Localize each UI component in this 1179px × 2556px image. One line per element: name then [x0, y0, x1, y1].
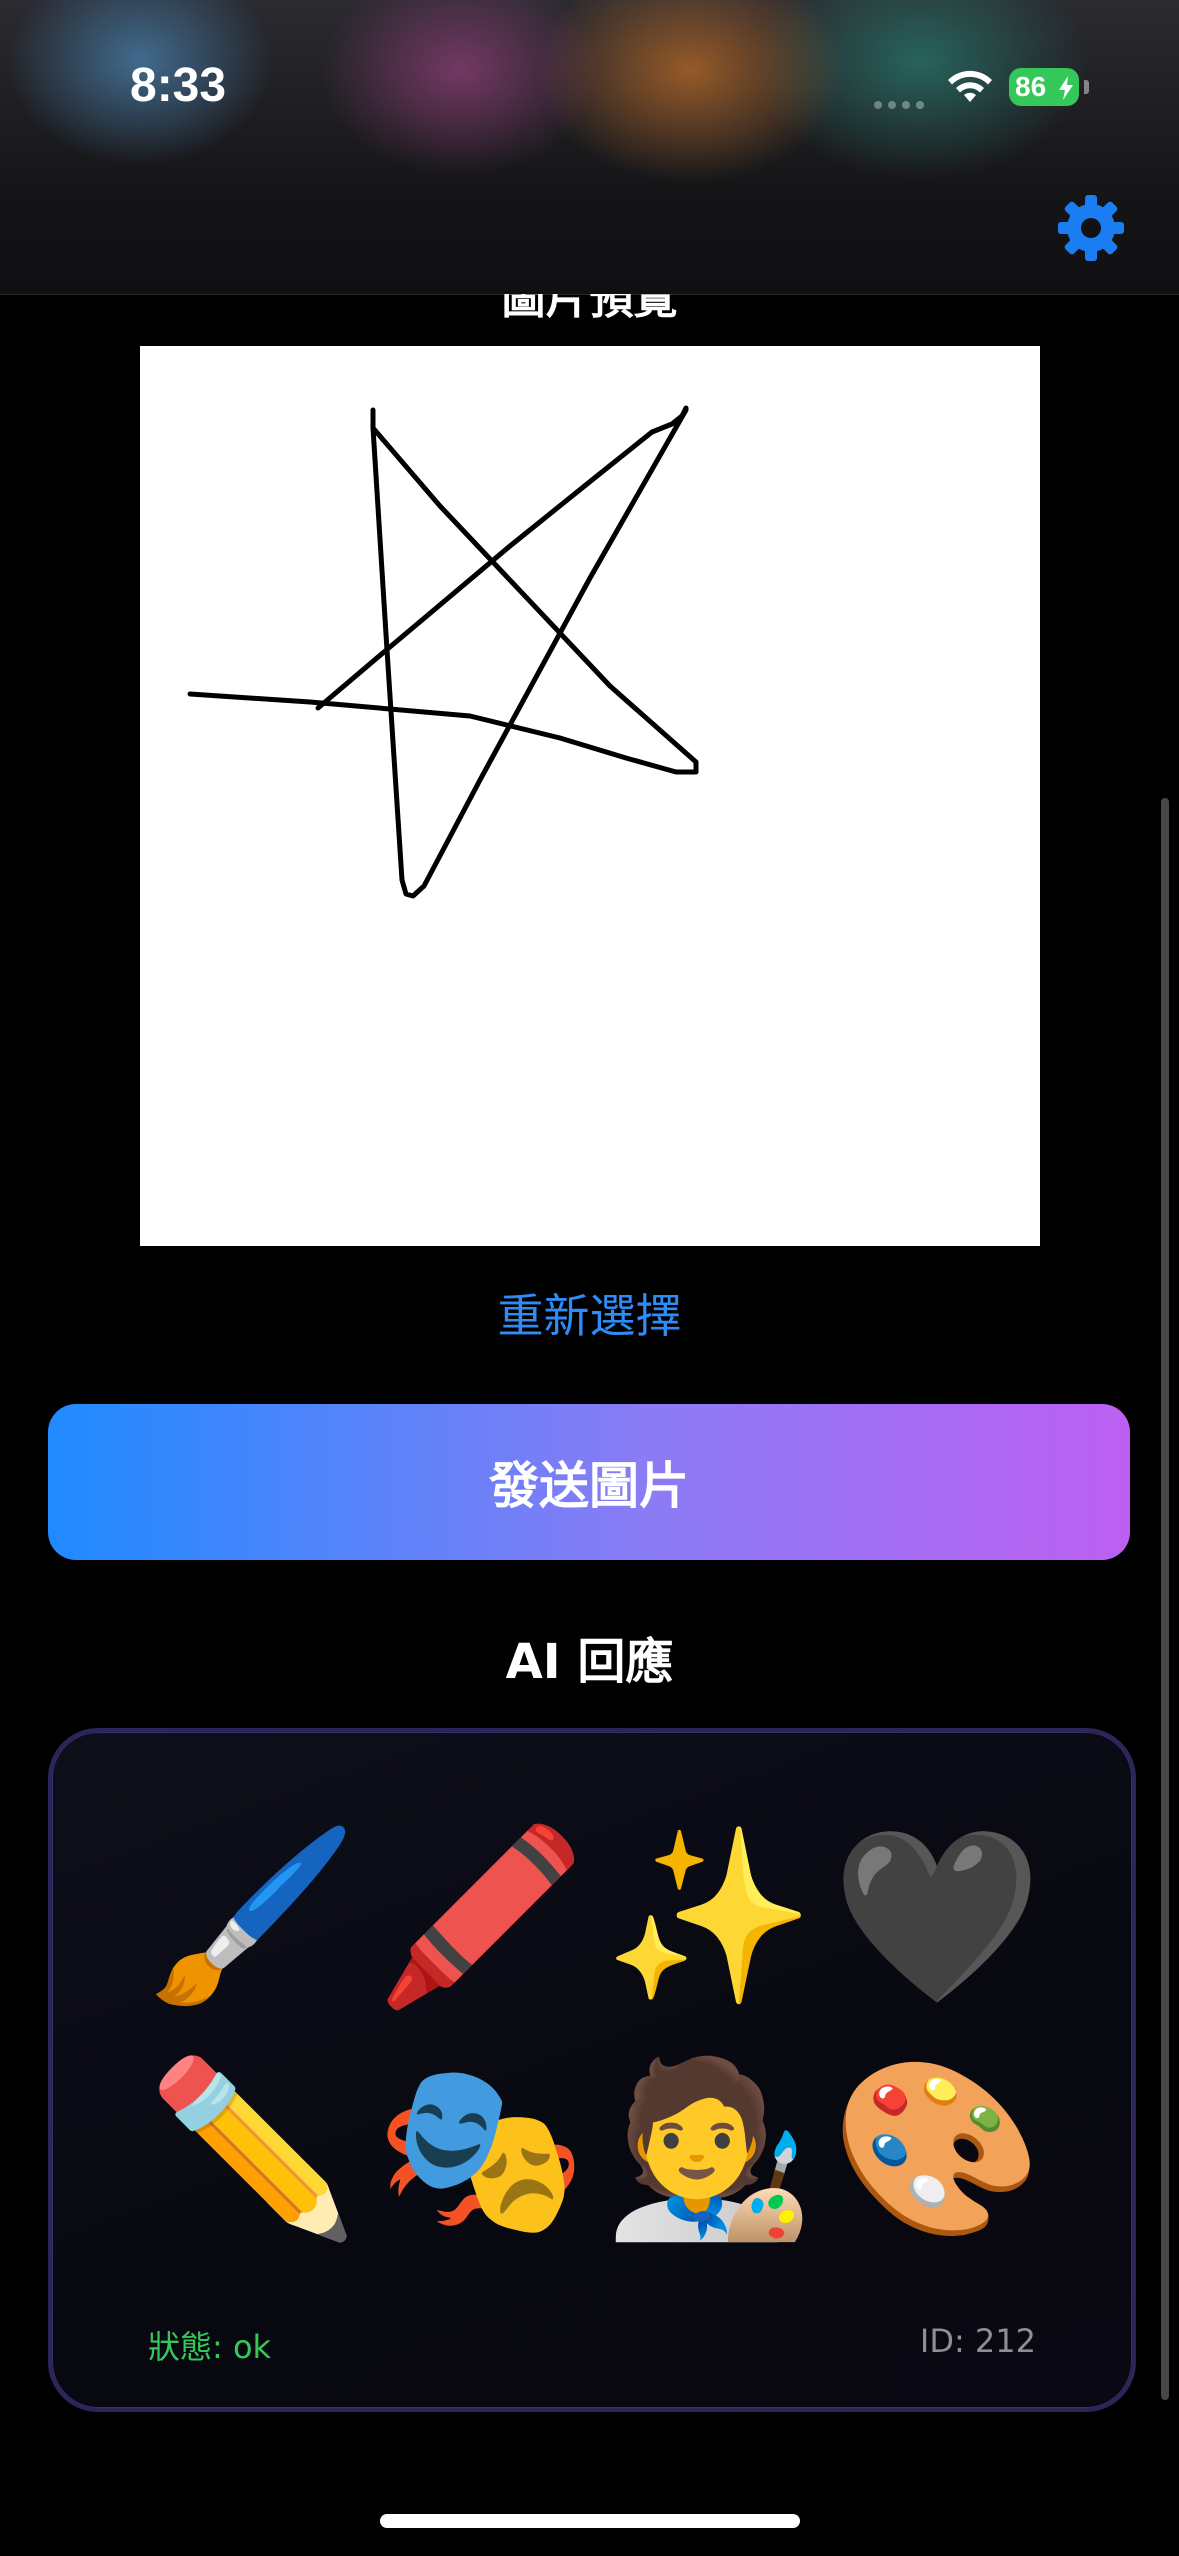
theater-masks-emoji: 🎭 [375, 2050, 587, 2248]
status-label: 狀態: ok [148, 2328, 272, 2366]
black-heart-emoji: 🖤 [831, 1818, 1043, 2016]
pencil-emoji: ✏️ [147, 2050, 359, 2248]
gear-icon[interactable] [1056, 193, 1126, 263]
status-time: 8:33 [130, 59, 227, 112]
page-title: 圖片預覽 [501, 294, 678, 324]
send-image-button[interactable]: 發送圖片 [48, 1404, 1130, 1560]
ai-response-title: AI 回應 [505, 1634, 674, 1690]
cellular-signal-icon [874, 94, 930, 109]
battery-level: 86 [1015, 71, 1047, 102]
artist-emoji: 🧑‍🎨 [603, 2050, 815, 2248]
star-sketch [187, 405, 699, 899]
home-indicator[interactable] [380, 2514, 800, 2528]
battery-indicator: 86 [1009, 68, 1089, 106]
ai-response-card: 🖌️ 🖍️ ✨ 🖤 ✏️ 🎭 🧑‍🎨 🎨 狀態: ok ID: 212 [48, 1728, 1136, 2412]
reselect-button[interactable]: 重新選擇 [0, 1280, 1179, 1346]
crayon-emoji: 🖍️ [375, 1818, 587, 2016]
wifi-icon [948, 70, 992, 102]
image-preview [140, 346, 1040, 1246]
battery-cap [1084, 80, 1089, 94]
sparkles-emoji: ✨ [603, 1818, 815, 2016]
paintbrush-emoji: 🖌️ [147, 1818, 359, 2016]
scrollbar[interactable] [1161, 798, 1169, 2400]
response-id: ID: 212 [919, 2322, 1036, 2360]
charging-bolt-icon [1059, 76, 1073, 100]
palette-emoji: 🎨 [831, 2050, 1043, 2248]
preview-header: 圖片預覽 [0, 294, 1179, 340]
navigation-bar: 8:33 86 [0, 0, 1179, 295]
